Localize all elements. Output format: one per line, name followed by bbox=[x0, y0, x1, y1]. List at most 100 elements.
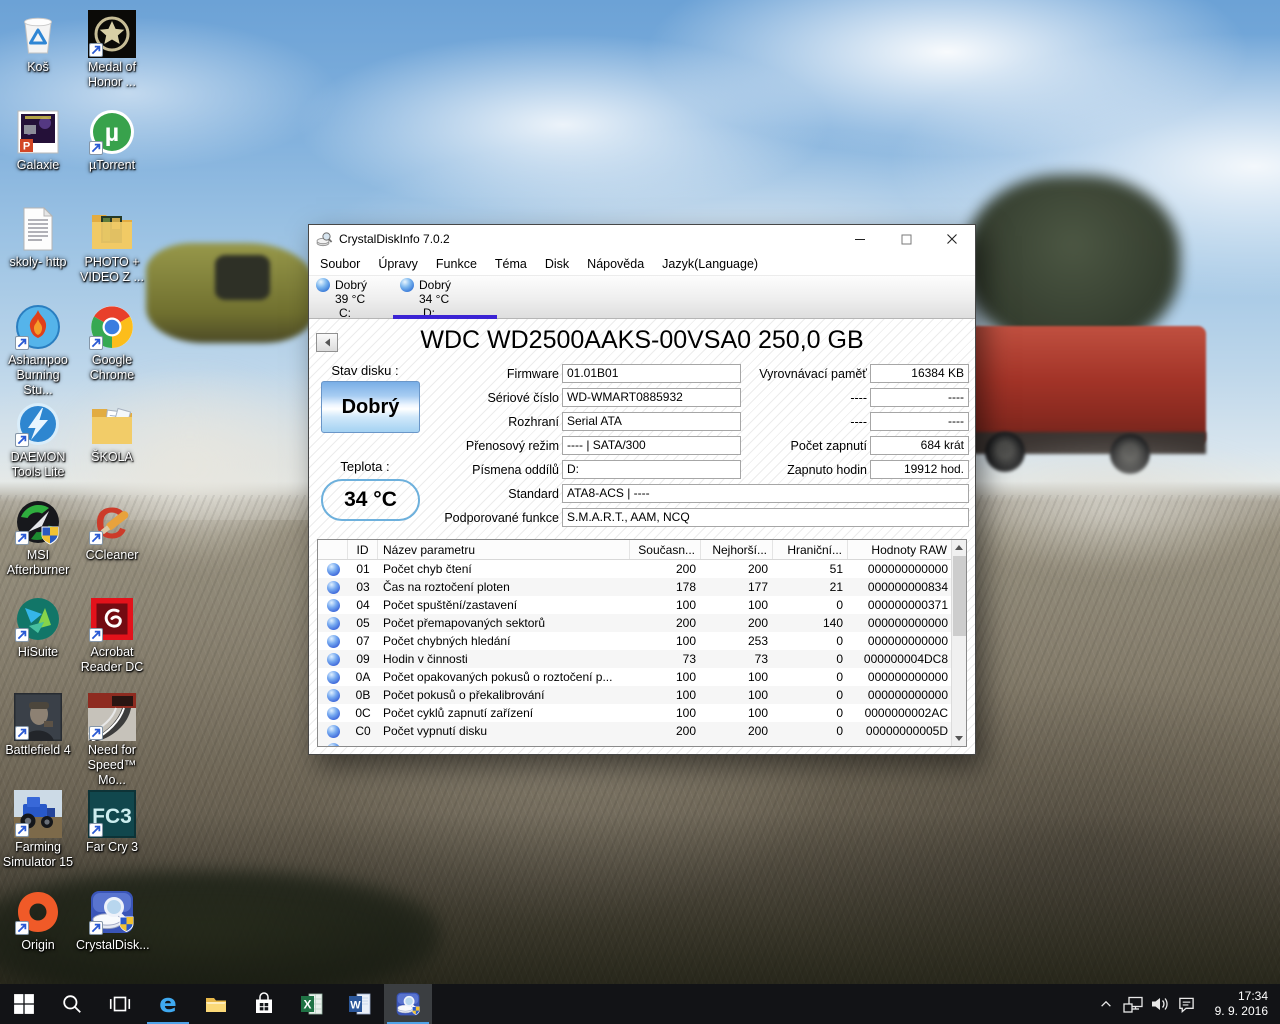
column-header-id[interactable]: ID bbox=[348, 540, 378, 559]
desktop-icon-farming-simulator[interactable]: Farming Simulator 15 bbox=[2, 790, 74, 871]
desktop-icon-origin[interactable]: Origin bbox=[2, 888, 74, 953]
desktop-icon-google-chrome[interactable]: Google Chrome bbox=[76, 303, 148, 384]
cell-worst: 73 bbox=[701, 650, 773, 668]
menu-napoveda[interactable]: Nápověda bbox=[578, 255, 653, 273]
field-label: Počet zapnutí bbox=[734, 437, 867, 455]
taskbar-excel[interactable]: X bbox=[288, 984, 336, 1024]
column-header-hodnotyraw[interactable]: Hodnoty RAW bbox=[848, 540, 953, 559]
cell-raw: 000000004DC8 bbox=[848, 650, 953, 668]
smart-row-0C[interactable]: 0CPočet cyklů zapnutí zařízení1001000000… bbox=[318, 704, 966, 722]
taskbar-crystaldiskinfo[interactable] bbox=[384, 984, 432, 1024]
taskbar-edge[interactable]: e bbox=[144, 984, 192, 1024]
tray-network-icon[interactable] bbox=[1119, 984, 1146, 1024]
column-header-soucasn[interactable]: Současn... bbox=[630, 540, 701, 559]
menu-soubor[interactable]: Soubor bbox=[311, 255, 369, 273]
cell-thr: 21 bbox=[773, 578, 848, 596]
minimize-button[interactable] bbox=[837, 225, 883, 253]
close-button[interactable] bbox=[929, 225, 975, 253]
ccleaner-icon: C bbox=[88, 498, 136, 546]
back-button[interactable] bbox=[316, 333, 338, 352]
menu-jazyklanguage[interactable]: Jazyk(Language) bbox=[653, 255, 767, 273]
row-health-orb-icon bbox=[318, 722, 348, 740]
smart-row-04[interactable]: 04Počet spuštění/zastavení10010000000000… bbox=[318, 596, 966, 614]
cell-thr: 0 bbox=[773, 668, 848, 686]
smart-row-C0[interactable]: C0Počet vypnutí disku200200000000000005D bbox=[318, 722, 966, 740]
cell-raw: 0000000002AC bbox=[848, 704, 953, 722]
need-for-speed-icon bbox=[88, 693, 136, 741]
desktop-icon-label: CrystalDisk... bbox=[76, 938, 148, 953]
taskbar-file-explorer[interactable] bbox=[192, 984, 240, 1024]
shortcut-arrow-icon bbox=[89, 141, 103, 155]
scrollbar-thumb[interactable] bbox=[953, 556, 966, 636]
cell-raw: 000000000000 bbox=[848, 560, 953, 578]
cell-thr: 0 bbox=[773, 632, 848, 650]
desktop-icon-ccleaner[interactable]: CCCleaner bbox=[76, 498, 148, 563]
tray-chevron-up-icon[interactable] bbox=[1092, 984, 1119, 1024]
tray-volume-icon[interactable] bbox=[1146, 984, 1173, 1024]
smart-row-0A[interactable]: 0APočet opakovaných pokusů o roztočení p… bbox=[318, 668, 966, 686]
cell-cur: 178 bbox=[630, 578, 701, 596]
row-health-orb-icon bbox=[318, 560, 348, 578]
disk-model-title: WDC WD2500AAKS-00VSA0 250,0 GB bbox=[345, 327, 939, 353]
drive-tab-d[interactable]: Dobrý34 °CD: bbox=[393, 276, 497, 318]
shortcut-arrow-icon bbox=[15, 726, 29, 740]
tray-action-center-icon[interactable] bbox=[1173, 984, 1200, 1024]
smart-row-03[interactable]: 03Čas na roztočení ploten178177210000000… bbox=[318, 578, 966, 596]
menu-upravy[interactable]: Úpravy bbox=[369, 255, 427, 273]
smart-row-partial[interactable] bbox=[318, 740, 966, 747]
health-orb-icon bbox=[327, 563, 340, 576]
cell-worst: 200 bbox=[701, 560, 773, 578]
taskbar-word[interactable]: W bbox=[336, 984, 384, 1024]
desktop-icon-hisuite[interactable]: HiSuite bbox=[2, 595, 74, 660]
smart-row-05[interactable]: 05Počet přemapovaných sektorů20020014000… bbox=[318, 614, 966, 632]
desktop-icon-text-document[interactable]: skoly- http bbox=[2, 205, 74, 270]
desktop-icon-recycle-bin[interactable]: Koš bbox=[2, 10, 74, 75]
window-titlebar[interactable]: CrystalDiskInfo 7.0.2 bbox=[309, 225, 975, 253]
desktop-icon-far-cry-3[interactable]: FC3Far Cry 3 bbox=[76, 790, 148, 855]
far-cry-3-icon: FC3 bbox=[88, 790, 136, 838]
column-header-nazevparametru[interactable]: Název parametru bbox=[378, 540, 630, 559]
field-value: 19912 hod. bbox=[870, 460, 969, 479]
shortcut-arrow-icon bbox=[89, 43, 103, 57]
desktop-icon-documents-folder[interactable]: ŠKOLA bbox=[76, 400, 148, 465]
column-header-nejhorsi[interactable]: Nejhorší... bbox=[701, 540, 773, 559]
smart-row-09[interactable]: 09Hodin v činnosti73730000000004DC8 bbox=[318, 650, 966, 668]
row-health-orb-icon bbox=[318, 704, 348, 722]
cell-thr: 0 bbox=[773, 596, 848, 614]
drive-tab-c[interactable]: Dobrý39 °CC: bbox=[309, 276, 393, 318]
menu-tema[interactable]: Téma bbox=[486, 255, 536, 273]
system-tray: 17:34 9. 9. 2016 bbox=[1092, 984, 1280, 1024]
desktop-icon-photo-folder[interactable]: PHOTO + VIDEO Z ... bbox=[76, 205, 148, 286]
taskbar-clock[interactable]: 17:34 9. 9. 2016 bbox=[1200, 984, 1280, 1024]
field-value: 16384 KB bbox=[870, 364, 969, 383]
desktop-icon-ashampoo-burning-studio[interactable]: Ashampoo Burning Stu... bbox=[2, 303, 74, 399]
desktop-icon-utorrent[interactable]: µµTorrent bbox=[76, 108, 148, 173]
cell-name: Hodin v činnosti bbox=[378, 650, 630, 668]
scroll-down-icon[interactable] bbox=[952, 731, 966, 746]
taskbar-search[interactable] bbox=[48, 984, 96, 1024]
table-scrollbar[interactable] bbox=[951, 540, 966, 746]
desktop-icon-msi-afterburner[interactable]: MSI Afterburner bbox=[2, 498, 74, 579]
desktop-icon-acrobat-reader[interactable]: Acrobat Reader DC bbox=[76, 595, 148, 676]
smart-row-0B[interactable]: 0BPočet pokusů o překalibrování100100000… bbox=[318, 686, 966, 704]
desktop-icon-crystaldiskinfo[interactable]: CrystalDisk... bbox=[76, 888, 148, 953]
smart-row-01[interactable]: 01Počet chyb čtení20020051000000000000 bbox=[318, 560, 966, 578]
menu-disk[interactable]: Disk bbox=[536, 255, 578, 273]
desktop-icon-battlefield-4[interactable]: Battlefield 4 bbox=[2, 693, 74, 758]
taskbar-start[interactable] bbox=[0, 984, 48, 1024]
column-header-hranicni[interactable]: Hraniční... bbox=[773, 540, 848, 559]
field-value: ATA8-ACS | ---- bbox=[562, 484, 969, 503]
desktop-icon-powerpoint-presentation[interactable]: PGalaxie bbox=[2, 108, 74, 173]
desktop-icon-need-for-speed[interactable]: Need for Speed™ Mo... bbox=[76, 693, 148, 789]
smart-row-07[interactable]: 07Počet chybných hledání1002530000000000… bbox=[318, 632, 966, 650]
menu-funkce[interactable]: Funkce bbox=[427, 255, 486, 273]
maximize-button[interactable] bbox=[883, 225, 929, 253]
drive-status: Dobrý bbox=[335, 278, 367, 292]
scroll-up-icon[interactable] bbox=[952, 540, 966, 555]
taskbar-store[interactable] bbox=[240, 984, 288, 1024]
drive-temperature: 34 °C bbox=[393, 292, 497, 306]
desktop-icon-daemon-tools[interactable]: DAEMON Tools Lite bbox=[2, 400, 74, 481]
desktop-icon-medal-of-honor[interactable]: Medal of Honor ... bbox=[76, 10, 148, 91]
column-header-item[interactable] bbox=[318, 540, 348, 559]
taskbar-task-view[interactable] bbox=[96, 984, 144, 1024]
